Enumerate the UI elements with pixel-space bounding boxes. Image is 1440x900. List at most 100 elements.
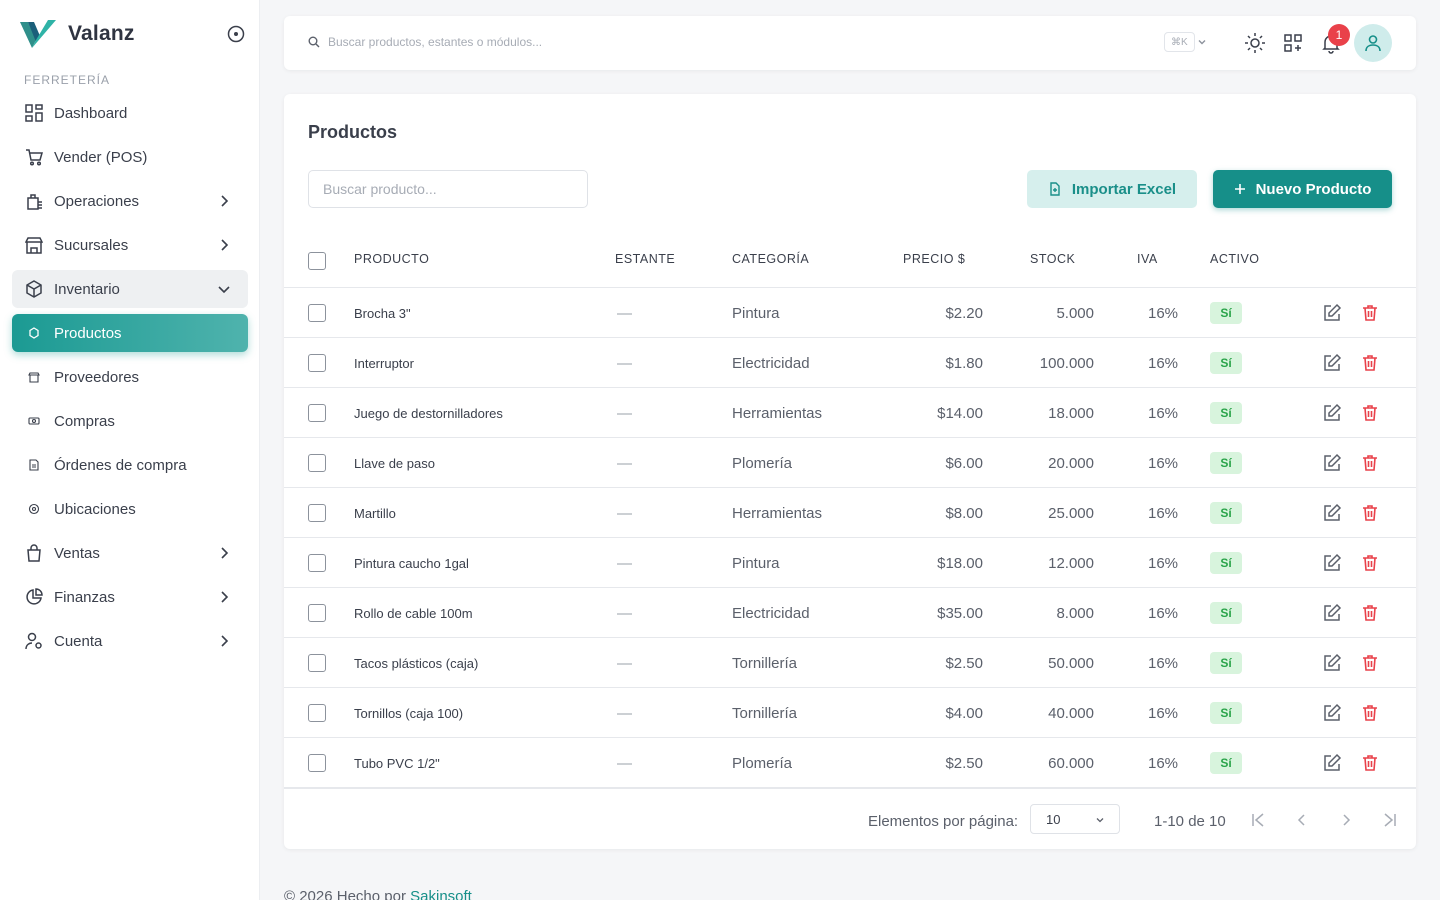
row-checkbox[interactable]: [308, 304, 326, 322]
trash-icon[interactable]: [1360, 703, 1380, 723]
cell-iva: 16%: [1148, 505, 1179, 522]
first-page-icon[interactable]: [1248, 810, 1268, 830]
product-search-input[interactable]: [308, 170, 588, 208]
trash-icon[interactable]: [1360, 353, 1380, 373]
notification-badge: 1: [1328, 24, 1350, 46]
column-header-producto[interactable]: PRODUCTO: [354, 252, 429, 266]
sidebar-item-ordenes[interactable]: Órdenes de compra: [12, 446, 248, 484]
column-header-precio[interactable]: PRECIO $: [903, 252, 965, 266]
sidebar-item-finanzas[interactable]: Finanzas: [12, 578, 248, 616]
table-row[interactable]: Martillo — Herramientas $8.00 25.000 16%…: [284, 488, 1416, 538]
sidebar-item-dashboard[interactable]: Dashboard: [12, 94, 248, 132]
sidebar-item-cuenta[interactable]: Cuenta: [12, 622, 248, 660]
edit-icon[interactable]: [1322, 403, 1342, 423]
new-product-label: Nuevo Producto: [1255, 180, 1372, 198]
table-row[interactable]: Rollo de cable 100m — Electricidad $35.0…: [284, 588, 1416, 638]
sidebar-item-pos[interactable]: Vender (POS): [12, 138, 248, 176]
row-checkbox[interactable]: [308, 754, 326, 772]
table-row[interactable]: Tornillos (caja 100) — Tornillería $4.00…: [284, 688, 1416, 738]
footer-text: © 2026 Hecho por: [284, 888, 406, 900]
collapse-sidebar-icon[interactable]: [226, 24, 246, 44]
sidebar-item-compras[interactable]: Compras: [12, 402, 248, 440]
cell-stock: 40.000: [1048, 705, 1094, 722]
footer-link[interactable]: Sakinsoft: [410, 888, 472, 900]
chevron-right-icon: [221, 239, 229, 251]
edit-icon[interactable]: [1322, 603, 1342, 623]
row-checkbox[interactable]: [308, 404, 326, 422]
cell-estante: —: [617, 755, 632, 772]
sidebar-item-proveedores[interactable]: Proveedores: [12, 358, 248, 396]
brand[interactable]: Valanz: [20, 17, 135, 51]
cell-categoria: Electricidad: [732, 355, 810, 372]
edit-icon[interactable]: [1322, 753, 1342, 773]
row-checkbox[interactable]: [308, 454, 326, 472]
table-row[interactable]: Juego de destornilladores — Herramientas…: [284, 388, 1416, 438]
new-product-button[interactable]: Nuevo Producto: [1213, 170, 1392, 208]
table-row[interactable]: Tubo PVC 1/2" — Plomería $2.50 60.000 16…: [284, 738, 1416, 788]
trash-icon[interactable]: [1360, 503, 1380, 523]
sidebar-item-ventas[interactable]: Ventas: [12, 534, 248, 572]
edit-icon[interactable]: [1322, 503, 1342, 523]
cell-iva: 16%: [1148, 355, 1179, 372]
row-checkbox[interactable]: [308, 554, 326, 572]
cell-stock: 8.000: [1056, 605, 1094, 622]
avatar[interactable]: [1354, 24, 1392, 62]
row-checkbox[interactable]: [308, 504, 326, 522]
pagination: Elementos por página: 10 1-10 de 10: [284, 788, 1416, 850]
cell-iva: 16%: [1148, 305, 1179, 322]
column-header-categoria[interactable]: CATEGORÍA: [732, 252, 809, 266]
table-row[interactable]: Brocha 3" — Pintura $2.20 5.000 16% Sí: [284, 288, 1416, 338]
trash-icon[interactable]: [1360, 753, 1380, 773]
edit-icon[interactable]: [1322, 453, 1342, 473]
per-page-select[interactable]: 10: [1030, 804, 1120, 834]
cell-categoria: Plomería: [732, 455, 793, 472]
column-header-iva[interactable]: IVA: [1137, 252, 1158, 266]
table-row[interactable]: Tacos plásticos (caja) — Tornillería $2.…: [284, 638, 1416, 688]
cell-categoria: Tornillería: [732, 655, 798, 672]
trash-icon[interactable]: [1360, 403, 1380, 423]
select-all-checkbox[interactable]: [308, 252, 326, 270]
status-badge: Sí: [1210, 752, 1242, 774]
trash-icon[interactable]: [1360, 653, 1380, 673]
edit-icon[interactable]: [1322, 353, 1342, 373]
sidebar-item-label: Finanzas: [54, 588, 115, 606]
trash-icon[interactable]: [1360, 303, 1380, 323]
sidebar-item-label: Dashboard: [54, 104, 128, 122]
sun-icon[interactable]: [1244, 32, 1266, 54]
table-row[interactable]: Pintura caucho 1gal — Pintura $18.00 12.…: [284, 538, 1416, 588]
trash-icon[interactable]: [1360, 453, 1380, 473]
cell-stock: 25.000: [1048, 505, 1094, 522]
column-header-estante[interactable]: ESTANTE: [615, 252, 675, 266]
row-checkbox[interactable]: [308, 704, 326, 722]
trash-icon[interactable]: [1360, 603, 1380, 623]
edit-icon[interactable]: [1322, 703, 1342, 723]
prev-page-icon[interactable]: [1292, 810, 1312, 830]
cell-estante: —: [617, 605, 632, 622]
sidebar-item-operaciones[interactable]: Operaciones: [12, 182, 248, 220]
table-row[interactable]: Llave de paso — Plomería $6.00 20.000 16…: [284, 438, 1416, 488]
column-header-activo[interactable]: ACTIVO: [1210, 252, 1260, 266]
last-page-icon[interactable]: [1380, 810, 1400, 830]
sidebar-item-sucursales[interactable]: Sucursales: [12, 226, 248, 264]
import-excel-button[interactable]: Importar Excel: [1027, 170, 1197, 208]
next-page-icon[interactable]: [1336, 810, 1356, 830]
sidebar-item-inventario[interactable]: Inventario: [12, 270, 248, 308]
edit-icon[interactable]: [1322, 553, 1342, 573]
row-checkbox[interactable]: [308, 354, 326, 372]
sidebar-item-label: Órdenes de compra: [54, 456, 187, 474]
bag-icon: [24, 543, 44, 563]
table-row[interactable]: Interruptor — Electricidad $1.80 100.000…: [284, 338, 1416, 388]
cell-producto: Brocha 3": [354, 306, 411, 321]
row-checkbox[interactable]: [308, 654, 326, 672]
sidebar-item-ubicaciones[interactable]: Ubicaciones: [12, 490, 248, 528]
edit-icon[interactable]: [1322, 303, 1342, 323]
trash-icon[interactable]: [1360, 553, 1380, 573]
chevron-down-icon[interactable]: [1196, 36, 1208, 48]
apps-icon[interactable]: [1282, 32, 1304, 54]
edit-icon[interactable]: [1322, 653, 1342, 673]
sidebar-item-label: Cuenta: [54, 632, 103, 650]
column-header-stock[interactable]: STOCK: [1030, 252, 1075, 266]
sidebar-item-productos[interactable]: Productos: [12, 314, 248, 352]
global-search[interactable]: Buscar productos, estantes o módulos...: [308, 35, 542, 49]
row-checkbox[interactable]: [308, 604, 326, 622]
